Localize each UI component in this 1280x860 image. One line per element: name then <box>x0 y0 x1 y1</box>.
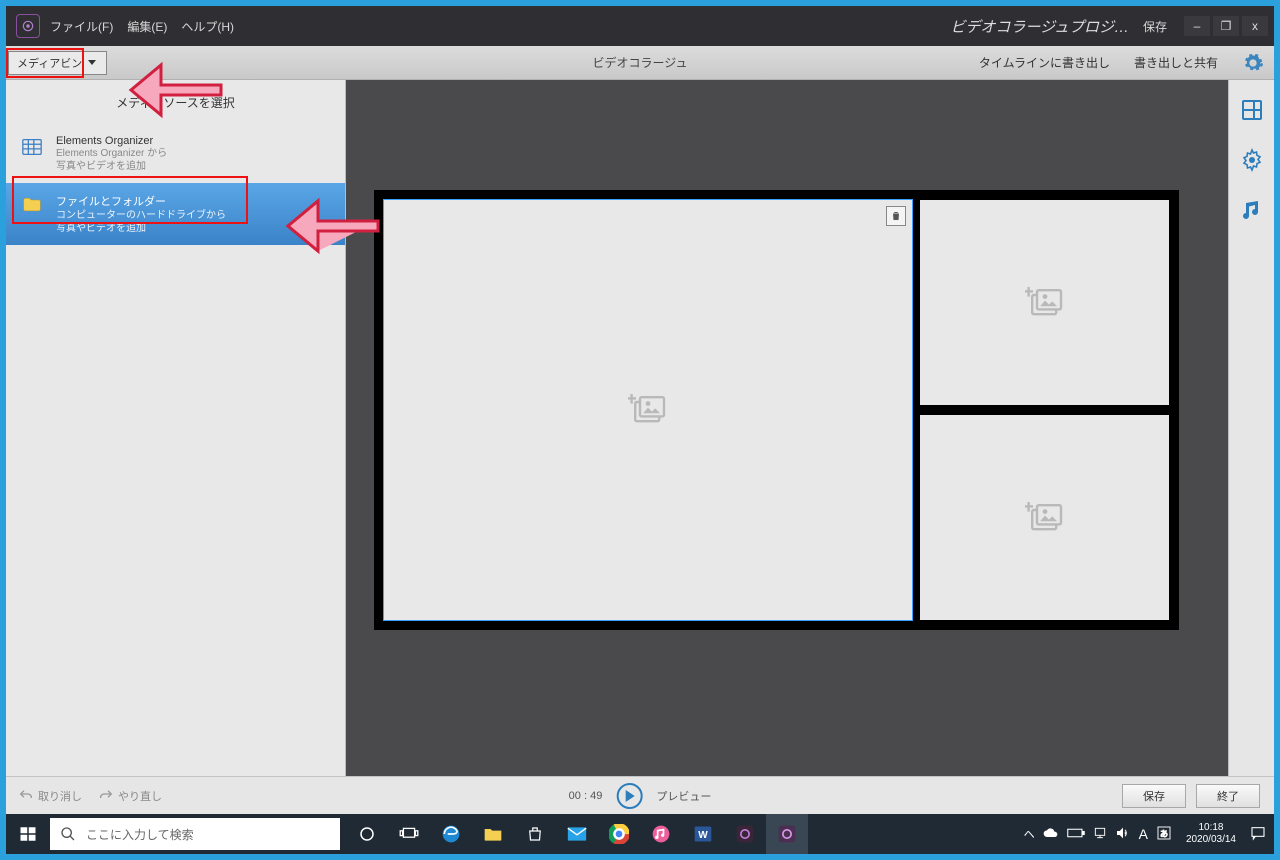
undo-button[interactable]: 取り消し <box>18 788 82 804</box>
export-share-button[interactable]: 書き出しと共有 <box>1134 54 1218 71</box>
tray-notification-icon[interactable] <box>1250 825 1266 844</box>
tray-chevron-icon[interactable]: ヘ <box>1024 826 1035 842</box>
source-ff-title: ファイルとフォルダー <box>56 193 226 209</box>
word-icon[interactable]: W <box>682 814 724 854</box>
add-media-icon <box>1025 287 1065 319</box>
grid-icon <box>20 135 44 159</box>
svg-text:あ: あ <box>1160 829 1168 838</box>
taskbar-search-placeholder: ここに入力して検索 <box>86 826 194 843</box>
explorer-icon[interactable] <box>472 814 514 854</box>
itunes-icon[interactable] <box>640 814 682 854</box>
playback-time: 00 : 49 <box>569 790 603 802</box>
cortana-icon[interactable] <box>346 814 388 854</box>
preview-label: プレビュー <box>656 788 711 804</box>
premiere-icon-2[interactable] <box>766 814 808 854</box>
chrome-icon[interactable] <box>598 814 640 854</box>
source-eo-title: Elements Organizer <box>56 135 167 147</box>
tray-cloud-icon[interactable] <box>1043 827 1059 842</box>
mail-icon[interactable] <box>556 814 598 854</box>
source-eo-line1: Elements Organizer から <box>56 147 167 160</box>
source-eo-line2: 写真やビデオを追加 <box>56 160 167 173</box>
window-minimize-button[interactable]: – <box>1184 16 1210 36</box>
layout-icon[interactable] <box>1240 98 1264 122</box>
taskbar-date: 2020/03/14 <box>1186 834 1236 846</box>
done-button[interactable]: 終了 <box>1196 784 1260 808</box>
play-icon <box>626 790 635 802</box>
save-button[interactable]: 保存 <box>1122 784 1186 808</box>
menu-edit[interactable]: 編集(E) <box>127 18 167 35</box>
menu-file[interactable]: ファイル(F) <box>50 18 113 35</box>
media-bin-label: メディアビン <box>17 55 82 71</box>
premiere-icon-1[interactable] <box>724 814 766 854</box>
delete-cell-button[interactable] <box>886 206 906 226</box>
tray-network-icon[interactable] <box>1093 826 1107 843</box>
collage-canvas <box>374 190 1179 630</box>
folder-icon <box>20 193 44 217</box>
effects-gear-icon[interactable] <box>1240 148 1264 172</box>
music-icon[interactable] <box>1240 198 1264 222</box>
taskview-icon[interactable] <box>388 814 430 854</box>
redo-button[interactable]: やり直し <box>98 788 162 804</box>
export-timeline-button[interactable]: タイムラインに書き出し <box>979 54 1110 71</box>
redo-label: やり直し <box>118 788 162 804</box>
media-source-header: メディアソースを選択 <box>6 80 345 125</box>
collage-cell-3[interactable] <box>920 415 1169 620</box>
svg-text:W: W <box>698 830 708 841</box>
window-maximize-button[interactable]: ❐ <box>1213 16 1239 36</box>
source-elements-organizer[interactable]: Elements Organizer Elements Organizer から… <box>6 125 345 183</box>
window-close-button[interactable]: x <box>1242 16 1268 36</box>
taskbar-clock[interactable]: 10:18 2020/03/14 <box>1180 822 1242 846</box>
source-ff-line2: 写真やビデオを追加 <box>56 222 226 235</box>
app-icon <box>16 14 40 38</box>
add-media-icon <box>628 394 668 426</box>
page-title: ビデオコラージュ <box>593 54 688 71</box>
collage-cell-2[interactable] <box>920 200 1169 405</box>
chevron-down-icon <box>88 60 96 65</box>
store-icon[interactable] <box>514 814 556 854</box>
source-ff-line1: コンピューターのハードドライブから <box>56 209 226 222</box>
project-title: ビデオコラージュプロジ… <box>950 16 1129 37</box>
menu-help[interactable]: ヘルプ(H) <box>181 18 234 35</box>
taskbar-time: 10:18 <box>1186 822 1236 834</box>
media-bin-dropdown[interactable]: メディアビン <box>8 51 107 75</box>
source-files-folders[interactable]: ファイルとフォルダー コンピューターのハードドライブから 写真やビデオを追加 <box>6 183 345 245</box>
undo-label: 取り消し <box>38 788 82 804</box>
collage-cell-1[interactable] <box>384 200 912 620</box>
tray-ime-kana-icon[interactable]: あ <box>1156 825 1172 844</box>
save-top-link[interactable]: 保存 <box>1143 18 1167 35</box>
tray-volume-icon[interactable] <box>1115 826 1131 843</box>
taskbar-search[interactable]: ここに入力して検索 <box>50 818 340 850</box>
add-media-icon <box>1025 502 1065 534</box>
gear-icon[interactable] <box>1242 52 1264 74</box>
tray-ime-a-icon[interactable]: A <box>1139 826 1148 842</box>
windows-start-button[interactable] <box>6 814 50 854</box>
play-button[interactable] <box>616 783 642 809</box>
edge-icon[interactable] <box>430 814 472 854</box>
tray-battery-icon[interactable] <box>1067 827 1085 842</box>
search-icon <box>60 826 76 842</box>
